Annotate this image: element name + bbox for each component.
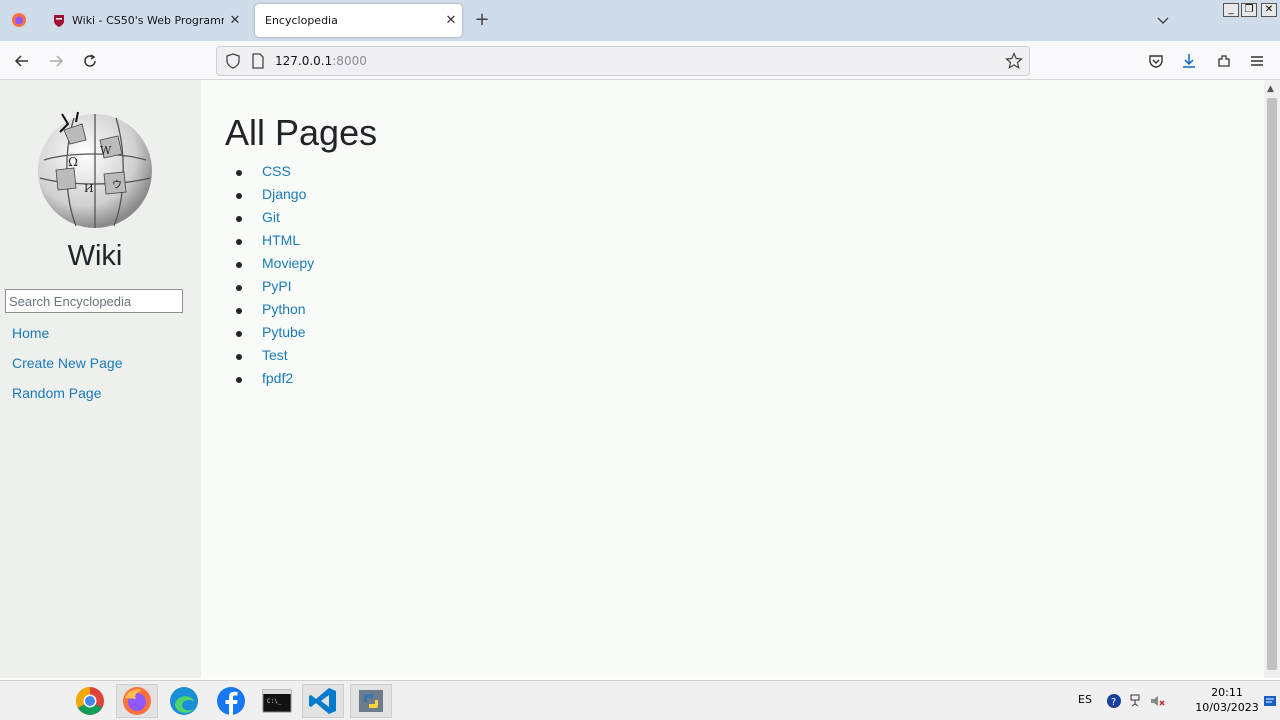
entry-link[interactable]: Django (262, 186, 306, 202)
search-input[interactable] (5, 289, 183, 313)
tab-title: Wiki - CS50's Web Programming (72, 14, 224, 27)
page-heading: All Pages (225, 112, 378, 153)
tab-close-icon[interactable]: ✕ (440, 13, 462, 28)
taskbar: C:\_ ES ? 20:11 10/03/2023 (0, 680, 1280, 720)
extensions-icon[interactable] (1213, 50, 1235, 72)
download-icon[interactable] (1178, 50, 1200, 72)
tab-close-icon[interactable]: ✕ (224, 13, 246, 28)
browser-tabbar: Wiki - CS50's Web Programming ✕ Encyclop… (0, 0, 1280, 41)
new-tab-button[interactable]: + (472, 10, 492, 30)
firefox-menu-icon[interactable] (8, 9, 30, 31)
entry-link[interactable]: Test (262, 347, 288, 363)
entry-link[interactable]: Python (262, 301, 306, 317)
page-viewport: Ω W И ウ Wiki Home Create New Page Random… (0, 80, 1264, 678)
pocket-icon[interactable] (1145, 50, 1167, 72)
back-arrow-icon[interactable] (11, 50, 33, 72)
svg-text:Ω: Ω (68, 155, 78, 169)
volume-muted-icon[interactable] (1146, 684, 1168, 718)
url-host: 127.0.0.1 (275, 54, 333, 68)
chevron-down-icon[interactable] (1156, 12, 1174, 30)
sidebar: Ω W И ウ Wiki Home Create New Page Random… (0, 80, 201, 678)
clock-time: 20:11 (1211, 686, 1243, 699)
tracking-shield-icon[interactable] (225, 53, 241, 69)
entry-link[interactable]: CSS (262, 163, 291, 179)
edge-icon[interactable] (163, 684, 205, 718)
network-icon[interactable] (1127, 684, 1143, 718)
clock-date: 10/03/2023 (1195, 701, 1259, 714)
facebook-icon[interactable] (210, 684, 252, 718)
window-restore-button[interactable]: ❐ (1241, 3, 1257, 17)
entry-link[interactable]: Pytube (262, 324, 306, 340)
language-indicator[interactable]: ES (1078, 693, 1092, 706)
sidebar-link-home[interactable]: Home (12, 325, 49, 341)
python-icon[interactable] (350, 684, 392, 718)
harvard-shield-icon (54, 14, 64, 27)
url-port: :8000 (332, 54, 367, 68)
scroll-thumb[interactable] (1267, 98, 1277, 670)
bookmark-star-icon[interactable] (1005, 52, 1023, 70)
forward-arrow-icon[interactable] (45, 50, 67, 72)
firefox-icon[interactable] (116, 684, 158, 718)
scroll-up-icon[interactable]: ▲ (1267, 84, 1274, 94)
chrome-icon[interactable] (69, 684, 111, 718)
url-bar[interactable]: 127.0.0.1:8000 (216, 46, 1030, 76)
clock[interactable]: 20:11 10/03/2023 (1190, 685, 1264, 715)
svg-text:C:\_: C:\_ (267, 698, 282, 705)
tab-title: Encyclopedia (265, 14, 338, 27)
hamburger-menu-icon[interactable] (1246, 50, 1268, 72)
page-scrollbar[interactable]: ▲ (1264, 80, 1280, 678)
sidebar-link-create-new-page[interactable]: Create New Page (12, 355, 123, 371)
svg-text:?: ? (1111, 697, 1116, 708)
entry-link[interactable]: fpdf2 (262, 370, 293, 386)
tab-wiki-cs50[interactable]: Wiki - CS50's Web Programming ✕ (42, 4, 246, 37)
site-title: Wiki (67, 240, 123, 272)
reload-icon[interactable] (79, 50, 101, 72)
entry-link[interactable]: Moviepy (262, 255, 314, 271)
help-icon[interactable]: ? (1104, 684, 1124, 718)
vscode-icon[interactable] (302, 684, 344, 718)
terminal-icon[interactable]: C:\_ (256, 684, 298, 718)
wikipedia-globe-logo[interactable]: Ω W И ウ (34, 110, 156, 232)
svg-text:И: И (84, 182, 94, 195)
sidebar-link-random-page[interactable]: Random Page (12, 385, 102, 401)
notifications-icon[interactable] (1262, 684, 1278, 718)
browser-navbar: 127.0.0.1:8000 (0, 41, 1280, 80)
svg-text:ウ: ウ (112, 179, 122, 191)
url-text[interactable]: 127.0.0.1:8000 (275, 54, 367, 68)
window-close-button[interactable]: ✕ (1261, 3, 1277, 17)
entry-link[interactable]: PyPI (262, 278, 292, 294)
entry-link[interactable]: HTML (262, 232, 300, 248)
svg-text:W: W (100, 144, 112, 157)
window-minimize-button[interactable]: _ (1223, 3, 1239, 17)
page-info-icon[interactable] (251, 53, 265, 69)
entry-link[interactable]: Git (262, 209, 280, 225)
tab-encyclopedia[interactable]: Encyclopedia ✕ (255, 4, 462, 37)
